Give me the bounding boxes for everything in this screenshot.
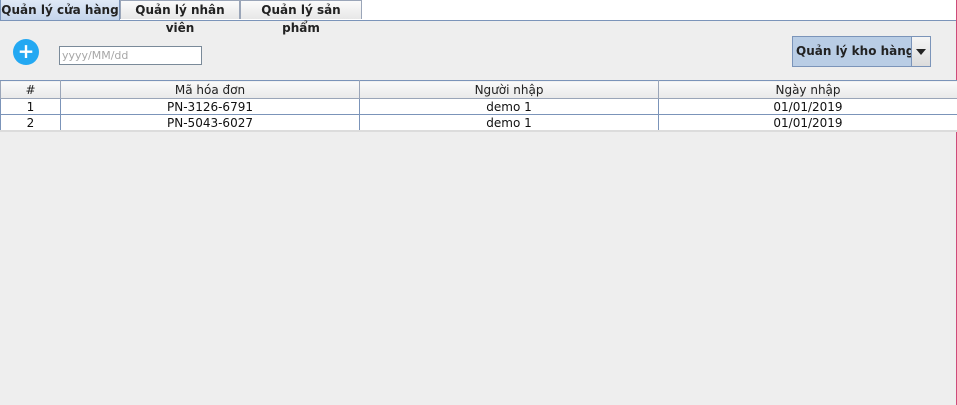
- tab-quan-ly-san-pham[interactable]: Quản lý sản phẩm: [240, 0, 362, 35]
- cell-importer: demo 1: [359, 98, 659, 115]
- cell-index: 2: [0, 114, 61, 131]
- table-row[interactable]: 2 PN-5043-6027 demo 1 01/01/2019: [0, 114, 957, 131]
- tab-quan-ly-nhan-vien[interactable]: Quản lý nhân viên: [120, 0, 240, 35]
- cell-index: 1: [0, 98, 61, 115]
- chevron-down-icon[interactable]: [911, 37, 930, 66]
- cell-invoice-code: PN-3126-6791: [60, 98, 360, 115]
- management-select[interactable]: Quản lý kho hàng: [792, 36, 931, 67]
- column-header-index[interactable]: #: [0, 80, 61, 99]
- cell-invoice-code: PN-5043-6027: [60, 114, 360, 131]
- tab-bar: Quản lý cửa hàng Quản lý nhân viên Quản …: [0, 0, 956, 35]
- date-filter-input[interactable]: [59, 46, 202, 65]
- add-button[interactable]: +: [13, 39, 39, 65]
- table-bottom-border: [0, 130, 957, 132]
- column-header-import-date[interactable]: Ngày nhập: [658, 80, 957, 99]
- cell-import-date: 01/01/2019: [658, 98, 957, 115]
- table-row[interactable]: 1 PN-3126-6791 demo 1 01/01/2019: [0, 98, 957, 115]
- management-select-value: Quản lý kho hàng: [796, 44, 915, 58]
- plus-icon: +: [17, 39, 35, 63]
- column-header-importer[interactable]: Người nhập: [359, 80, 659, 99]
- import-invoice-table: # Mã hóa đơn Người nhập Ngày nhập 1 PN-3…: [0, 80, 957, 131]
- cell-importer: demo 1: [359, 114, 659, 131]
- tab-quan-ly-cua-hang[interactable]: Quản lý cửa hàng: [0, 0, 120, 20]
- cell-import-date: 01/01/2019: [658, 114, 957, 131]
- table-header-row: # Mã hóa đơn Người nhập Ngày nhập: [0, 80, 957, 99]
- column-header-invoice-code[interactable]: Mã hóa đơn: [60, 80, 360, 99]
